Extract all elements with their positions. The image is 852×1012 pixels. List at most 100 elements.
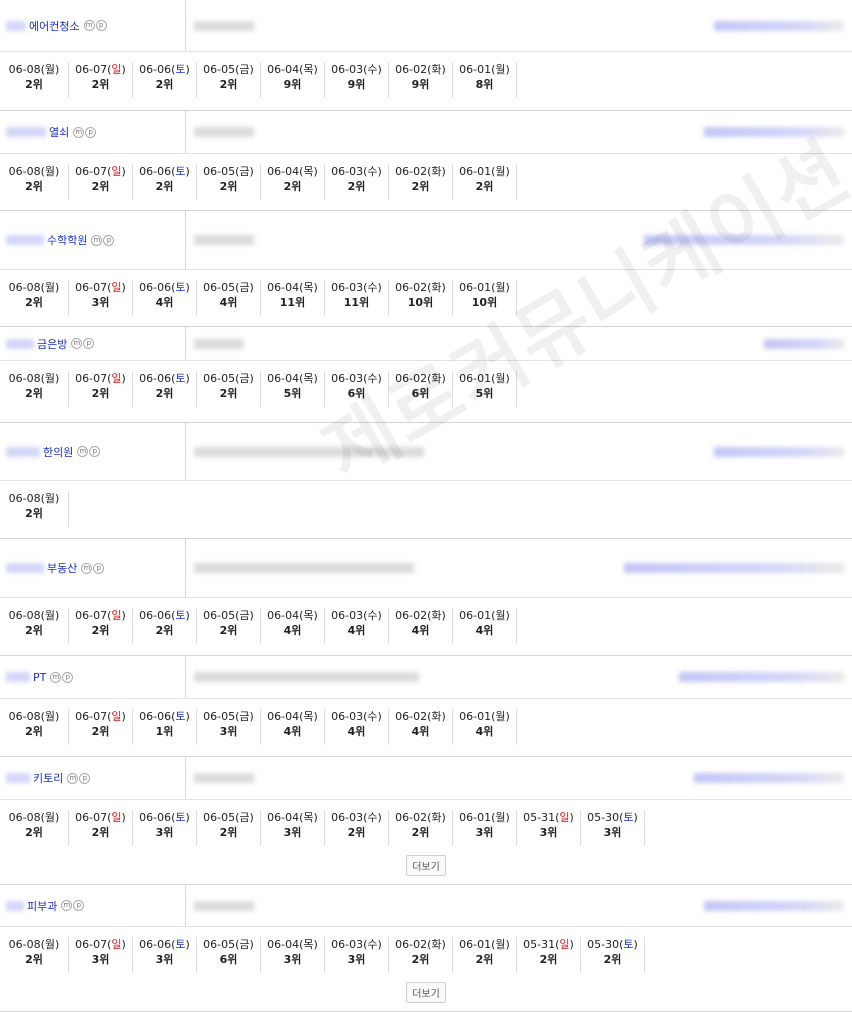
pc-badge-icon[interactable]: p: [62, 671, 74, 683]
weekday: 월: [44, 165, 56, 178]
mobile-badge-icon[interactable]: m: [50, 671, 62, 683]
rank-history: 06-08(월) 2위: [0, 481, 852, 538]
rank-date: 06-06(토): [133, 710, 196, 724]
blurred-place-link[interactable]: [704, 127, 844, 137]
rank-value: 2위: [411, 826, 430, 839]
blurred-url: [194, 773, 254, 783]
pc-badge-icon[interactable]: p: [73, 900, 85, 911]
rank-date: 06-01(월): [453, 63, 516, 77]
mobile-badge-icon[interactable]: m: [71, 338, 83, 349]
weekday: 목: [303, 372, 314, 385]
mobile-badge-icon[interactable]: m: [67, 772, 79, 784]
rank-date: 06-08(월): [0, 710, 68, 724]
blurred-place-link[interactable]: [694, 773, 844, 783]
date-text: 06-05: [203, 165, 236, 178]
keyword-link[interactable]: 금은방: [37, 336, 67, 352]
date-text: 06-04: [267, 938, 300, 951]
mobile-badge-icon[interactable]: m: [81, 562, 93, 574]
pc-badge-icon[interactable]: p: [83, 338, 95, 349]
paren: ): [313, 609, 318, 622]
rank-date: 06-05(금): [197, 165, 260, 179]
blurred-place-link[interactable]: [644, 235, 844, 245]
paren: ): [121, 165, 126, 178]
keyword-link[interactable]: 부동산: [47, 560, 77, 576]
weekday: 토: [175, 710, 186, 723]
date-text: 06-01: [459, 63, 492, 76]
rank-value: 2위: [219, 387, 238, 400]
platform-badges: mp: [76, 446, 101, 457]
rank-value: 2위: [155, 624, 174, 637]
rank-cell: 06-07(일) 2위: [69, 62, 133, 98]
paren: ): [249, 63, 254, 76]
rank-date: 06-02(화): [389, 281, 452, 295]
platform-badges: mp: [70, 338, 95, 349]
mobile-badge-icon[interactable]: m: [73, 126, 85, 138]
pc-badge-icon[interactable]: p: [89, 446, 101, 457]
rank-cell: 06-07(일) 2위: [69, 608, 133, 644]
keyword-block: 열쇠 m p 06-08(월) 2위 06-07(일) 2위 06-06(토) 2위 06-05(…: [0, 111, 852, 211]
weekday: 월: [44, 281, 56, 294]
rank-cell: 06-05(금) 2위: [197, 810, 261, 846]
rank-date: 06-02(화): [389, 609, 452, 623]
pc-badge-icon[interactable]: p: [79, 772, 91, 784]
date-text: 06-06: [139, 609, 172, 622]
paren: ): [121, 938, 126, 951]
rank-history: 06-08(월) 2위 06-07(일) 2위 06-06(토) 2위 06-05(금) 2위…: [0, 361, 852, 422]
rank-date: 06-08(월): [0, 492, 68, 506]
weekday: 금: [239, 165, 250, 178]
rank-value: 4위: [155, 296, 174, 309]
platform-badges: mp: [90, 234, 115, 246]
mobile-badge-icon[interactable]: m: [91, 234, 103, 246]
blurred-place-link[interactable]: [679, 672, 844, 682]
pc-badge-icon[interactable]: p: [93, 562, 105, 574]
keyword-link[interactable]: PT: [33, 671, 46, 684]
rank-date: 05-31(일): [517, 811, 580, 825]
date-text: 06-05: [203, 63, 236, 76]
weekday: 일: [111, 63, 122, 76]
mobile-badge-icon[interactable]: m: [77, 446, 89, 457]
keyword-link[interactable]: 한의원: [43, 444, 73, 460]
rank-value: 4위: [283, 725, 302, 738]
keyword-link[interactable]: 에어컨청소: [29, 18, 80, 34]
rank-cell: 06-01(월) 2위: [453, 937, 517, 973]
blurred-place-link[interactable]: [704, 900, 844, 911]
rank-value: 2위: [219, 826, 238, 839]
weekday: 금: [239, 811, 250, 824]
weekday: 목: [303, 63, 314, 76]
weekday: 토: [623, 811, 634, 824]
rank-cell: 06-02(화) 2위: [389, 937, 453, 973]
rank-cell: 06-04(목) 11위: [261, 280, 325, 316]
keyword-link[interactable]: 수학학원: [47, 232, 87, 248]
date-text: 06-07: [75, 609, 108, 622]
date-text: 05-31: [523, 938, 556, 951]
blurred-place-link[interactable]: [624, 563, 844, 573]
blurred-prefix: [6, 20, 26, 31]
keyword-header-row: 한의원 m p: [0, 423, 852, 481]
rank-value: 8위: [475, 78, 494, 91]
rank-cell: 06-04(목) 4위: [261, 608, 325, 644]
blurred-place-link[interactable]: [764, 338, 844, 349]
date-text: 06-08: [8, 609, 41, 622]
pc-badge-icon[interactable]: p: [103, 234, 115, 246]
date-text: 06-03: [331, 811, 364, 824]
weekday: 수: [367, 165, 378, 178]
pc-badge-icon[interactable]: p: [95, 20, 107, 31]
weekday: 토: [175, 165, 186, 178]
pc-badge-icon[interactable]: p: [85, 126, 97, 138]
rank-value: 2위: [25, 180, 43, 193]
keyword-link[interactable]: 피부과: [27, 898, 57, 914]
date-text: 06-07: [75, 281, 108, 294]
blurred-place-link[interactable]: [714, 446, 844, 457]
rank-date: 05-31(일): [517, 938, 580, 952]
more-button[interactable]: 더보기: [406, 982, 446, 1003]
date-text: 05-30: [587, 938, 620, 951]
keyword-link[interactable]: 열쇠: [49, 124, 69, 140]
mobile-badge-icon[interactable]: m: [61, 900, 73, 911]
mobile-badge-icon[interactable]: m: [83, 20, 95, 31]
blurred-place-link[interactable]: [714, 20, 844, 31]
rank-date: 06-05(금): [197, 372, 260, 386]
more-button[interactable]: 더보기: [406, 855, 446, 876]
keyword-link[interactable]: 키토리: [33, 770, 63, 786]
rank-cell: 06-02(화) 2위: [389, 810, 453, 846]
rank-date: 06-03(수): [325, 710, 388, 724]
